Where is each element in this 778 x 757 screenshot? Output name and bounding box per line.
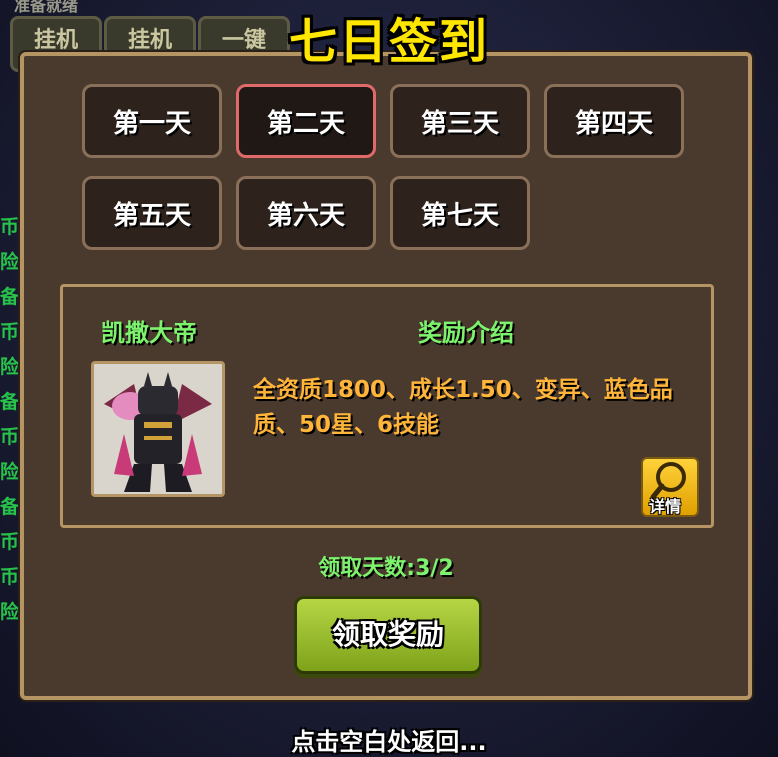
day-6-button[interactable]: 第六天	[236, 176, 376, 250]
signin-panel: 第一天 第二天 第三天 第四天 第五天 第六天 第七天 凯撒大帝 奖励介绍 全资…	[20, 52, 752, 700]
detail-label: 详情	[649, 497, 682, 516]
claim-day-count: 领取天数:3/2	[318, 556, 454, 581]
hero-name: 凯撒大帝	[101, 319, 197, 347]
dialog-title: 七日签到	[288, 14, 489, 70]
day-5-button[interactable]: 第五天	[82, 176, 222, 250]
reward-section-title: 奖励介绍	[418, 319, 514, 347]
background-side-text: 币 险 备 币 险 备 币 险 备 币 币 险	[0, 216, 20, 623]
day-4-button[interactable]: 第四天	[544, 84, 684, 158]
day-2-button[interactable]: 第二天	[236, 84, 376, 158]
day-1-button[interactable]: 第一天	[82, 84, 222, 158]
hero-portrait[interactable]	[91, 361, 225, 497]
reward-description: 全资质1800、成长1.50、变异、蓝色品质、50星、6技能	[253, 377, 673, 438]
claim-reward-button[interactable]: 领取奖励	[294, 596, 482, 674]
hero-figure-icon	[94, 364, 222, 494]
close-hint[interactable]: 点击空白处返回...	[0, 722, 778, 757]
day-7-button[interactable]: 第七天	[390, 176, 530, 250]
reward-box: 凯撒大帝 奖励介绍 全资质1800、成长1.50、变异、蓝色品质、50星、6技能	[60, 284, 714, 528]
detail-button[interactable]: 详情	[641, 457, 699, 517]
day-3-button[interactable]: 第三天	[390, 84, 530, 158]
